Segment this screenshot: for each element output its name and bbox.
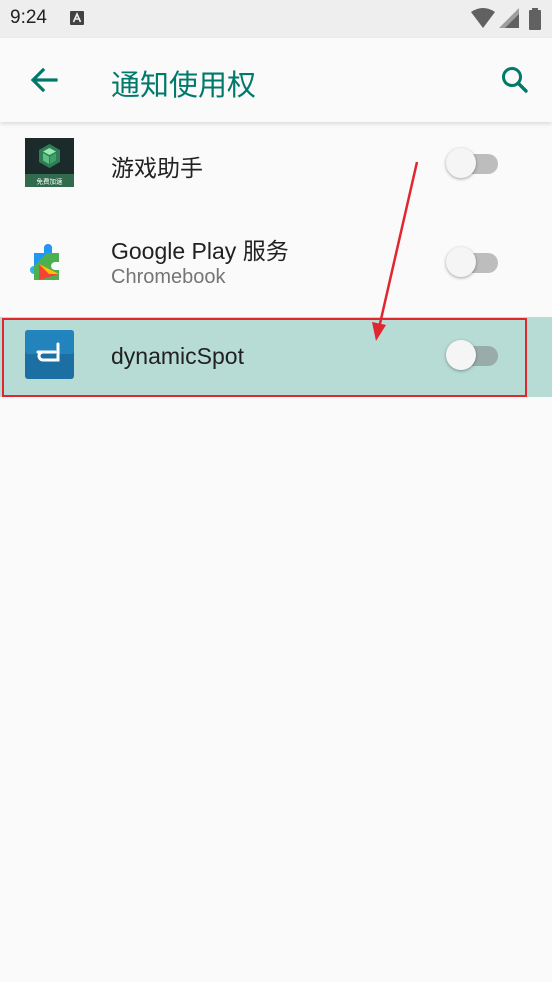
switch-thumb [446,340,476,370]
signal-icon [499,8,519,28]
app-name: Google Play 服务 [111,238,289,264]
list-item-google-play-services[interactable]: Google Play 服务 Chromebook [0,204,552,317]
status-time: 9:24 [10,7,47,28]
page-title: 通知使用权 [111,68,257,102]
list-item-game-assistant[interactable]: 免费加速 游戏助手 [0,122,552,204]
icon-caption: 免费加速 [37,177,64,186]
dynamicspot-icon [25,330,74,379]
switch-thumb [446,148,476,178]
status-bar: 9:24 [0,0,552,38]
arrow-back-icon [30,67,58,93]
search-button[interactable] [492,58,536,102]
game-assistant-icon: 免费加速 [25,138,74,187]
wifi-icon [471,8,495,28]
list-item-dynamicspot[interactable]: dynamicSpot [0,317,552,397]
app-toolbar: 通知使用权 [0,38,552,122]
search-icon [502,67,528,93]
app-subtitle: Chromebook [111,266,226,288]
back-button[interactable] [22,58,66,102]
switch-thumb [446,247,476,277]
battery-icon [529,8,541,30]
notification-access-toggle[interactable] [446,244,500,278]
notification-access-toggle[interactable] [446,337,500,371]
notification-access-toggle[interactable] [446,145,500,179]
app-name: 游戏助手 [111,156,203,182]
google-play-services-icon [30,244,59,280]
app-name: dynamicSpot [111,343,244,369]
a-letter-icon [70,11,84,25]
